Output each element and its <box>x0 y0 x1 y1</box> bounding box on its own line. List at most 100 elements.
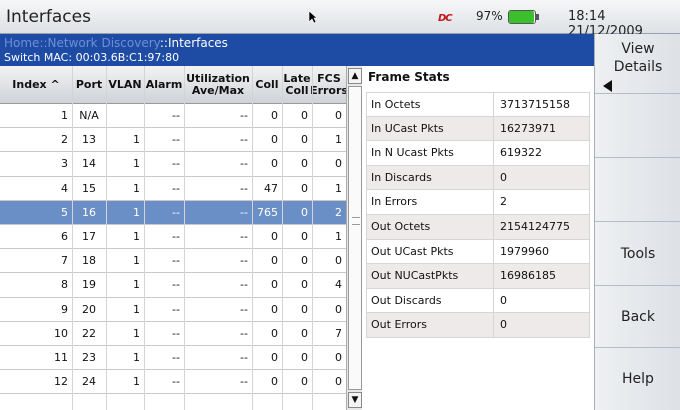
cell-port: 17 <box>82 230 96 243</box>
table-row[interactable]: 1 N/A -- -- 0 0 0 <box>0 104 346 129</box>
cell-index: 12 <box>54 375 68 389</box>
cell-index: 11 <box>54 351 68 364</box>
help-button[interactable]: Help <box>595 348 680 410</box>
cell-util: -- <box>240 205 248 219</box>
cell-coll: 47 <box>264 181 278 195</box>
cell-vlan: 1 <box>133 157 140 171</box>
table-row[interactable]: 12 24 1 -- -- 0 0 0 <box>0 370 346 395</box>
cell-late: 0 <box>301 351 308 364</box>
cell-index: 1 <box>61 109 68 122</box>
back-label: Back <box>621 308 655 325</box>
cell-port: 24 <box>82 375 96 389</box>
cell-alarm: -- <box>172 326 180 340</box>
battery-percent: 97% <box>476 9 503 23</box>
cell-util: -- <box>240 302 248 316</box>
frame-stat-row: In Errors 2 <box>366 190 590 215</box>
cell-late: 0 <box>301 133 308 147</box>
scroll-down-arrow-icon[interactable]: ▼ <box>348 392 362 408</box>
frame-stat-row: In Discards 0 <box>366 165 591 191</box>
cell-port: 19 <box>82 278 96 292</box>
table-row[interactable]: 5 16 1 -- -- 765 0 2 <box>0 200 346 225</box>
scroll-up-arrow-icon[interactable]: ▲ <box>348 68 362 84</box>
breadcrumb: Home::Network Discovery::Interfaces <box>4 36 228 50</box>
frame-stat-row: Out Errors 0 <box>366 313 590 338</box>
table-row[interactable]: 10 22 1 -- -- 0 0 7 <box>0 321 346 346</box>
cell-index: 9 <box>61 302 68 316</box>
cell-late: 0 <box>301 375 308 389</box>
cell-vlan: 1 <box>133 205 140 219</box>
battery-fill <box>509 11 535 23</box>
table-row[interactable]: 9 20 1 -- -- 0 0 0 <box>0 297 346 322</box>
cell-alarm: -- <box>172 109 180 122</box>
frame-stat-value: 0 <box>493 288 591 313</box>
mouse-pointer-icon <box>308 10 318 24</box>
cell-late: 0 <box>301 230 308 243</box>
cell-fcs: 2 <box>335 205 342 219</box>
table-scrollbar[interactable]: ▲ ▼ <box>346 66 362 410</box>
table-header: Index ^ Port VLAN Alarm Utilization Ave/… <box>0 66 346 104</box>
cell-vlan: 1 <box>133 254 140 268</box>
cell-index: 2 <box>61 133 68 147</box>
tools-button[interactable]: Tools <box>595 222 680 286</box>
cell-coll: 0 <box>271 109 278 122</box>
cell-util: -- <box>240 254 248 268</box>
frame-stat-value: 0 <box>493 313 591 338</box>
col-alarm-header[interactable]: Alarm <box>144 66 184 104</box>
table-row[interactable]: 3 14 1 -- -- 0 0 0 <box>0 152 346 177</box>
cell-alarm: -- <box>172 230 180 243</box>
col-fcs-errors-header[interactable]: FCS Errors <box>310 66 346 104</box>
battery-icon <box>508 10 539 24</box>
cell-coll: 0 <box>271 351 278 364</box>
cell-index: 4 <box>61 181 68 195</box>
cell-index: 7 <box>61 254 68 268</box>
cell-coll: 765 <box>257 205 278 219</box>
table-row[interactable]: 8 19 1 -- -- 0 0 4 <box>0 273 346 298</box>
breadcrumb-home-link[interactable]: Home <box>4 36 39 50</box>
cell-vlan: 1 <box>133 133 140 147</box>
table-row[interactable]: 6 17 1 -- -- 0 0 1 <box>0 225 346 250</box>
cell-late: 0 <box>301 302 308 316</box>
cell-fcs: 0 <box>335 157 342 171</box>
frame-stat-label: Out Octets <box>371 220 431 233</box>
help-label: Help <box>622 371 654 387</box>
cell-vlan: 1 <box>133 375 140 389</box>
cell-index: 5 <box>61 205 68 219</box>
cell-alarm: -- <box>172 278 180 292</box>
col-utilization-header[interactable]: Utilization Ave/Max <box>184 66 252 104</box>
frame-stat-value: 2 <box>493 190 591 215</box>
table-row[interactable]: 11 23 1 -- -- 0 0 0 <box>0 346 346 371</box>
cell-util: -- <box>240 351 248 364</box>
table-row[interactable]: 7 18 1 -- -- 0 0 0 <box>0 249 346 274</box>
breadcrumb-network-discovery-link[interactable]: Network Discovery <box>48 36 160 50</box>
softkey-blank-1[interactable] <box>595 94 680 158</box>
col-vlan-header[interactable]: VLAN <box>106 66 144 104</box>
col-index-header[interactable]: Index ^ <box>0 66 72 104</box>
scrollbar-thumb[interactable] <box>348 86 362 390</box>
frame-stat-value: 16986185 <box>493 264 591 289</box>
cell-coll: 0 <box>271 157 278 171</box>
interfaces-table: Index ^ Port VLAN Alarm Utilization Ave/… <box>0 66 346 410</box>
cell-port: 15 <box>82 181 96 195</box>
col-coll-header[interactable]: Coll <box>252 66 282 104</box>
col-late-coll-header[interactable]: Late Coll <box>282 66 312 104</box>
table-row[interactable]: 2 13 1 -- -- 0 0 1 <box>0 128 346 153</box>
cell-port: 18 <box>82 254 96 268</box>
col-port-header[interactable]: Port <box>72 66 106 104</box>
cell-coll: 0 <box>271 326 278 340</box>
softkey-panel: View Details Tools Back Help <box>594 34 680 410</box>
table-row[interactable]: 4 15 1 -- -- 47 0 1 <box>0 176 346 201</box>
cell-late: 0 <box>301 326 308 340</box>
cell-fcs: 4 <box>335 278 342 292</box>
cell-late: 0 <box>301 109 308 122</box>
back-button[interactable]: Back <box>595 286 680 348</box>
frame-stat-value: 0 <box>493 165 591 190</box>
cell-alarm: -- <box>172 205 180 219</box>
cell-port: 23 <box>82 351 96 364</box>
softkey-blank-2[interactable] <box>595 158 680 222</box>
frame-stat-value: 3713715158 <box>493 93 591 117</box>
cell-fcs: 0 <box>335 302 342 316</box>
cell-vlan: 1 <box>133 326 140 340</box>
view-details-button[interactable]: View Details <box>595 34 680 94</box>
cell-fcs: 0 <box>335 254 342 268</box>
cell-alarm: -- <box>172 181 180 195</box>
